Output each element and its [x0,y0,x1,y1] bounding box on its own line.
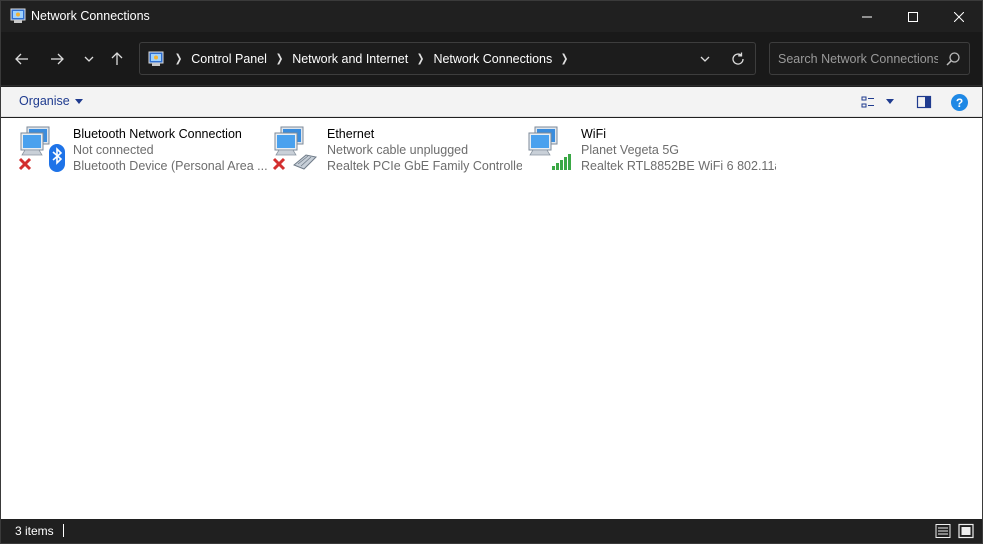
connection-status: Network cable unplugged [327,143,469,157]
breadcrumb: ❯ Control Panel ❯ Network and Internet ❯… [170,43,577,74]
explorer-window: Network Connections ❯ Control Panel ❯ Ne… [0,0,983,544]
search-icon[interactable] [945,51,961,67]
minimize-button[interactable] [844,1,890,32]
breadcrumb-network-and-internet[interactable]: Network and Internet [292,52,408,66]
ethernet-network-icon [272,126,318,171]
wifi-network-icon [528,126,571,170]
view-options-arrow-icon[interactable] [886,99,894,104]
connection-status: Planet Vegeta 5G [581,143,679,157]
up-button[interactable] [104,46,130,72]
refresh-button[interactable] [728,49,748,69]
window-title: Network Connections [31,9,150,23]
address-bar[interactable]: ❯ Control Panel ❯ Network and Internet ❯… [139,42,756,75]
connection-device: Realtek RTL8852BE WiFi 6 802.11a... [581,159,776,173]
chevron-down-icon [84,56,94,62]
maximize-button[interactable] [890,1,936,32]
connection-item-bluetooth[interactable]: Bluetooth Network Connection Not connect… [18,125,268,177]
forward-button[interactable] [44,46,70,72]
close-button[interactable] [936,1,982,32]
connection-device: Bluetooth Device (Personal Area ... [73,159,268,173]
preview-pane-icon[interactable] [916,94,932,110]
maximize-icon [908,11,918,22]
control-panel-icon [10,8,26,23]
connection-details: Ethernet Network cable unplugged Realtek… [327,126,522,174]
change-view-icon[interactable] [861,94,877,110]
breadcrumb-network-connections[interactable]: Network Connections [433,52,552,66]
connection-item-wifi[interactable]: WiFi Planet Vegeta 5G Realtek RTL8852BE … [526,125,776,177]
refresh-icon [732,52,744,65]
close-icon [954,11,964,22]
arrow-up-icon [111,52,123,65]
chevron-right-icon[interactable]: ❯ [276,52,283,65]
organise-menu-button[interactable]: Organise [19,94,83,108]
connection-details: Bluetooth Network Connection Not connect… [73,126,268,174]
connection-device: Realtek PCIe GbE Family Controller [327,159,522,173]
search-input[interactable] [778,50,938,68]
large-icons-view-icon[interactable] [958,523,974,539]
breadcrumb-control-panel[interactable]: Control Panel [191,52,267,66]
dropdown-arrow-icon [74,98,83,104]
connections-list: Bluetooth Network Connection Not connect… [1,118,982,519]
control-panel-icon [148,51,164,66]
address-dropdown-button[interactable] [695,50,715,68]
back-button[interactable] [9,46,35,72]
chevron-right-icon[interactable]: ❯ [417,52,424,65]
connection-details: WiFi Planet Vegeta 5G Realtek RTL8852BE … [581,126,776,174]
details-view-icon[interactable] [935,523,951,539]
chevron-right-icon[interactable]: ❯ [175,52,182,65]
connection-status: Not connected [73,143,154,157]
connection-item-ethernet[interactable]: Ethernet Network cable unplugged Realtek… [272,125,522,177]
help-icon[interactable]: ? [951,94,968,111]
connection-name: Bluetooth Network Connection [73,127,242,141]
organise-label: Organise [19,94,70,108]
chevron-right-icon[interactable]: ❯ [561,52,568,65]
search-box[interactable] [769,42,970,75]
arrow-right-icon [51,53,64,65]
chevron-down-icon [700,56,710,62]
minimize-icon [862,16,872,17]
connection-name: WiFi [581,127,606,141]
status-bar: 3 items [1,519,982,543]
command-bar: Organise ? [1,87,982,117]
item-count: 3 items [15,524,54,538]
title-bar[interactable]: Network Connections [1,1,982,32]
arrow-left-icon [15,53,28,65]
bluetooth-network-icon [18,126,65,172]
navigation-bar: ❯ Control Panel ❯ Network and Internet ❯… [1,32,982,86]
connection-name: Ethernet [327,127,375,141]
status-divider [63,524,64,537]
recent-locations-button[interactable] [76,46,102,72]
